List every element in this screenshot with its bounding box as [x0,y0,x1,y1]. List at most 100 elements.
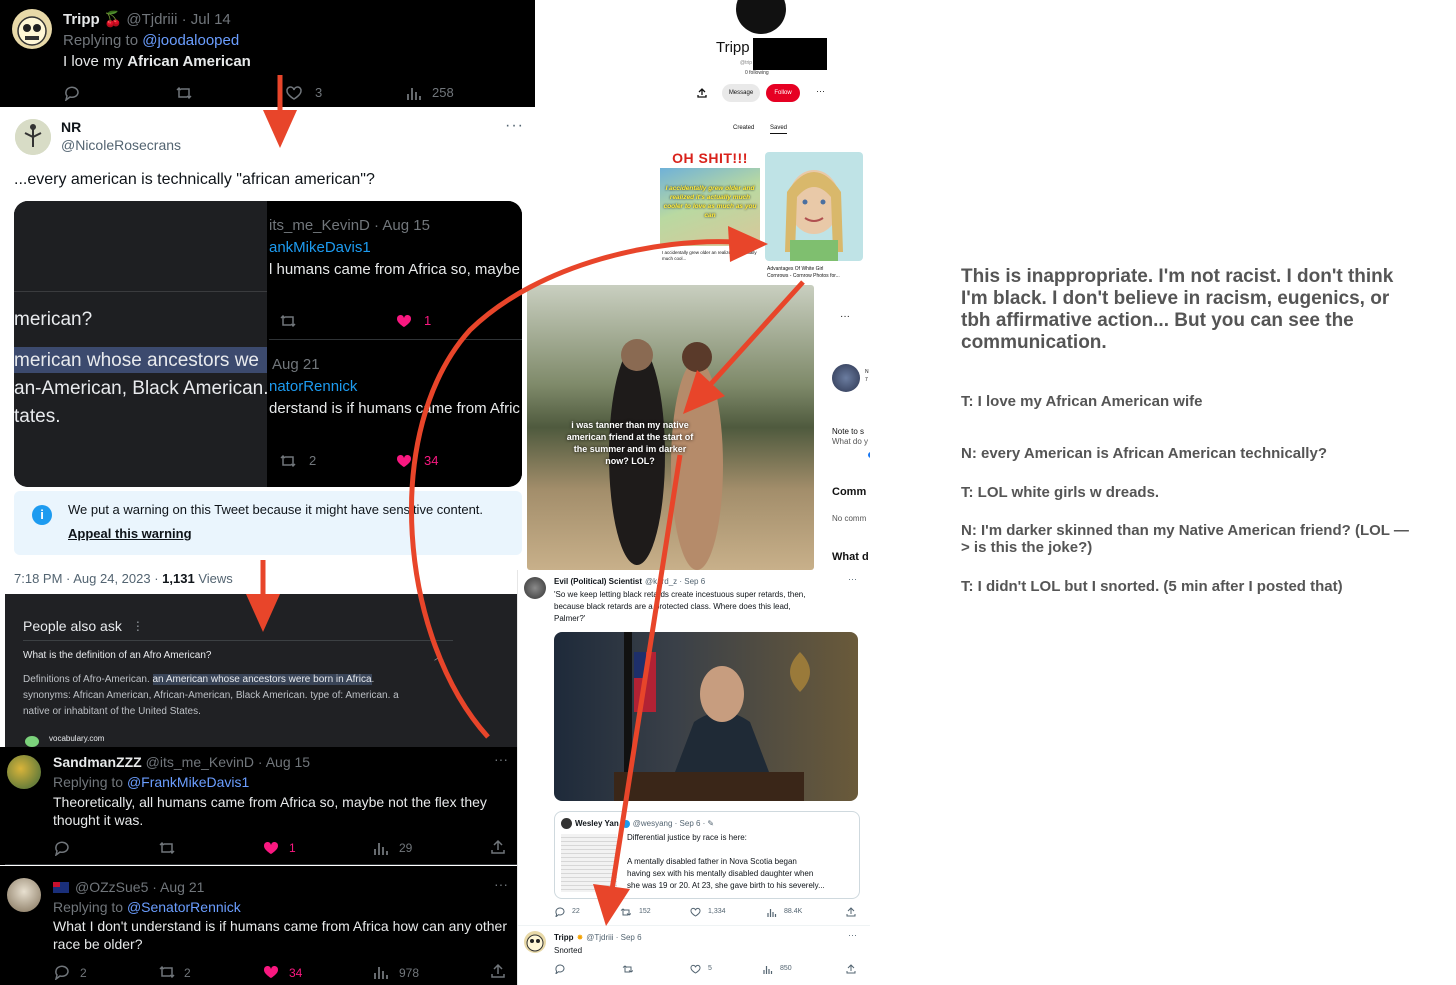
quote-line-2: A mentally disabled father in Nova Scoti… [627,857,797,866]
share-icon[interactable] [490,963,506,979]
tab-created[interactable]: Created [733,125,754,131]
def-post: . [371,674,375,685]
side-7: 7 [865,377,868,383]
avatar[interactable] [524,931,546,953]
share-icon[interactable] [846,907,856,917]
note-t3: T: I didn't LOL but I snorted. (5 min af… [961,578,1343,595]
tab-saved[interactable]: Saved [770,125,788,134]
source-link[interactable]: vocabulary.com [49,734,104,743]
quote-author: Wesley Yan [575,819,619,828]
avatar[interactable] [15,119,51,155]
r1-text: l humans came from Africa so, maybe [269,261,520,278]
media-left-line2: an-American, Black American. [14,378,269,399]
share-icon[interactable] [846,964,856,974]
reply-icon[interactable] [554,964,565,974]
reply-icon[interactable] [53,840,71,856]
retweet-icon[interactable] [175,85,193,101]
views-icon[interactable] [372,840,390,856]
replying-label: Replying to [53,774,124,790]
r2-retweets: 2 [309,453,317,468]
retweet-icon[interactable] [158,840,176,856]
author-name[interactable]: SandmanZZZ [53,754,142,770]
share-icon[interactable] [490,839,506,855]
tweet-tripp-jul14: Tripp 🍒 @Tjdriii · Jul 14 Replying to @j… [0,0,535,107]
avatar[interactable] [12,9,52,49]
replying-label: Replying to [53,899,124,915]
more-icon[interactable]: ··· [816,86,825,96]
flag-icon [53,881,69,893]
handle-date: @k_rd_z · Sep 6 [645,577,706,586]
side-note-2: What do y [832,437,869,446]
tweet-video[interactable] [554,632,858,801]
pin-meme[interactable]: OH SHIT!!! I accidentally grew older and… [660,150,760,265]
like-count: 5 [708,965,712,972]
reply-text-2: thought it was. [53,812,144,828]
views-count: 978 [399,966,420,980]
avatar[interactable] [736,0,786,34]
more-icon[interactable]: ··· [848,930,857,940]
r2-likes: 34 [424,453,439,468]
retweet-icon[interactable] [158,964,176,980]
author-name[interactable]: Evil (Political) Scientist [554,577,642,586]
avatar[interactable] [832,364,860,392]
tweet-nr: NR @NicoleRosecrans ··· ...every america… [5,107,530,594]
media-left-line3: tates. [14,406,61,427]
more-icon[interactable]: ··· [840,311,850,322]
follow-button[interactable]: Follow [766,84,800,102]
views-count: 850 [780,965,792,972]
replying-handle[interactable]: @joodalooped [142,32,239,49]
avatar[interactable] [524,577,546,599]
r1-likes: 1 [424,313,432,328]
media-grid[interactable]: merican? merican whose ancestors we an-A… [14,201,522,487]
handle-date: @Tjdriii · Jul 14 [126,10,231,28]
tweet-text: ...every american is technically "africa… [14,171,375,188]
replying-handle[interactable]: @FrankMikeDavis1 [127,774,249,790]
redaction-box [753,38,827,70]
quote-tweet[interactable]: Wesley Yan @wesyang · Sep 6 · ✎ Differen… [554,811,860,899]
views-label: Views [194,571,233,586]
girl-caption-2: Cornrows - Cornrow Photos for... [767,273,840,279]
reply-icon[interactable] [53,964,71,980]
quote-line-1: Differential justice by race is here: [627,833,747,842]
edit-icon: ✎ [707,819,715,828]
retweet-icon [279,453,297,469]
like-icon-filled[interactable] [262,964,280,980]
retweet-icon[interactable] [622,964,633,974]
appeal-link[interactable]: Appeal this warning [68,526,192,541]
avatar[interactable] [7,755,41,789]
views-icon[interactable] [766,907,777,917]
pin-photo[interactable]: i was tanner than my native american fri… [527,285,814,570]
chevron-up-icon[interactable]: ︿ [434,648,444,663]
author-name[interactable]: NR [61,119,81,135]
more-icon[interactable]: ··· [848,574,857,584]
author-handle[interactable]: @NicoleRosecrans [61,137,181,153]
reply-icon[interactable] [63,85,81,101]
pin-girl[interactable]: Advantages Of White Girl Cornrows - Corn… [765,152,863,280]
avatar[interactable] [7,878,41,912]
more-icon[interactable]: ··· [505,117,524,135]
side-nocomments: No comm [832,514,867,523]
retweet-icon[interactable] [620,907,631,917]
note-n2: N: I'm darker skinned than my Native Ame… [961,522,1409,556]
paa-question[interactable]: What is the definition of an Afro Americ… [23,650,211,661]
verified-icon [621,819,630,828]
views-icon[interactable] [372,964,390,980]
like-icon[interactable] [690,907,701,917]
reply-icon[interactable] [554,907,565,917]
like-icon-filled[interactable] [262,840,280,856]
like-icon-filled [395,313,413,329]
message-button[interactable]: Message [722,84,760,102]
note-n1: N: every American is African American te… [961,445,1327,462]
more-icon[interactable]: ··· [494,751,508,767]
more-icon[interactable]: ··· [494,876,508,892]
like-icon[interactable] [690,964,701,974]
author-name[interactable]: Tripp [554,933,574,942]
views-icon[interactable] [405,85,423,101]
author-name[interactable]: Tripp [63,11,100,28]
share-icon[interactable] [697,88,707,98]
more-vert-icon[interactable]: ⋮ [132,619,144,633]
like-icon[interactable] [285,85,303,101]
replying-handle[interactable]: @SenatorRennick [127,899,241,915]
views-icon[interactable] [762,964,773,974]
like-icon-filled [395,453,413,469]
